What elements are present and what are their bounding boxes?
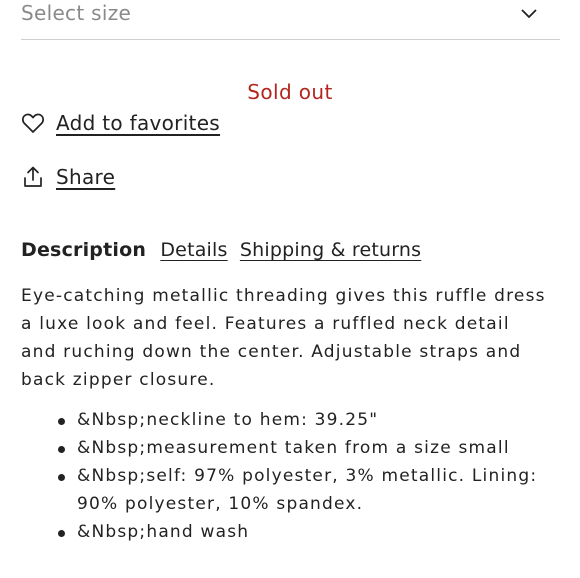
bullet-icon [58, 474, 65, 481]
bullet-icon [58, 446, 65, 453]
description-bullets: &Nbsp;neckline to hem: 39.25" &Nbsp;meas… [58, 406, 558, 546]
description-text: Eye-catching metallic threading gives th… [21, 286, 546, 390]
bullet-text: &Nbsp;hand wash [77, 522, 250, 542]
tab-shipping-returns[interactable]: Shipping & returns [240, 239, 421, 261]
add-to-favorites-label[interactable]: Add to favorites [56, 111, 220, 135]
share-button[interactable]: Share [21, 165, 115, 189]
list-item: &Nbsp;measurement taken from a size smal… [58, 434, 558, 462]
bullet-text: &Nbsp;neckline to hem: 39.25" [77, 410, 379, 430]
bullet-icon [58, 418, 65, 425]
list-item: &Nbsp;hand wash [58, 518, 558, 546]
list-item: &Nbsp;self: 97% polyester, 3% metallic. … [58, 462, 558, 518]
share-icon [24, 166, 42, 187]
tab-details[interactable]: Details [160, 239, 227, 261]
bullet-text: &Nbsp;self: 97% polyester, 3% metallic. … [77, 466, 538, 514]
chevron-down-icon[interactable] [520, 8, 538, 20]
tab-description[interactable]: Description [21, 239, 146, 261]
add-to-favorites-button[interactable]: Add to favorites [21, 111, 220, 135]
bullet-icon [58, 530, 65, 537]
sold-out-status: Sold out [247, 80, 333, 104]
bullet-text: &Nbsp;measurement taken from a size smal… [77, 438, 510, 458]
list-item: &Nbsp;neckline to hem: 39.25" [58, 406, 558, 434]
info-tabs: Description Details Shipping & returns [21, 239, 427, 261]
size-select-label: Select size [21, 1, 132, 25]
share-label[interactable]: Share [56, 165, 115, 189]
heart-icon [22, 113, 44, 133]
size-select[interactable]: Select size [21, 0, 560, 40]
